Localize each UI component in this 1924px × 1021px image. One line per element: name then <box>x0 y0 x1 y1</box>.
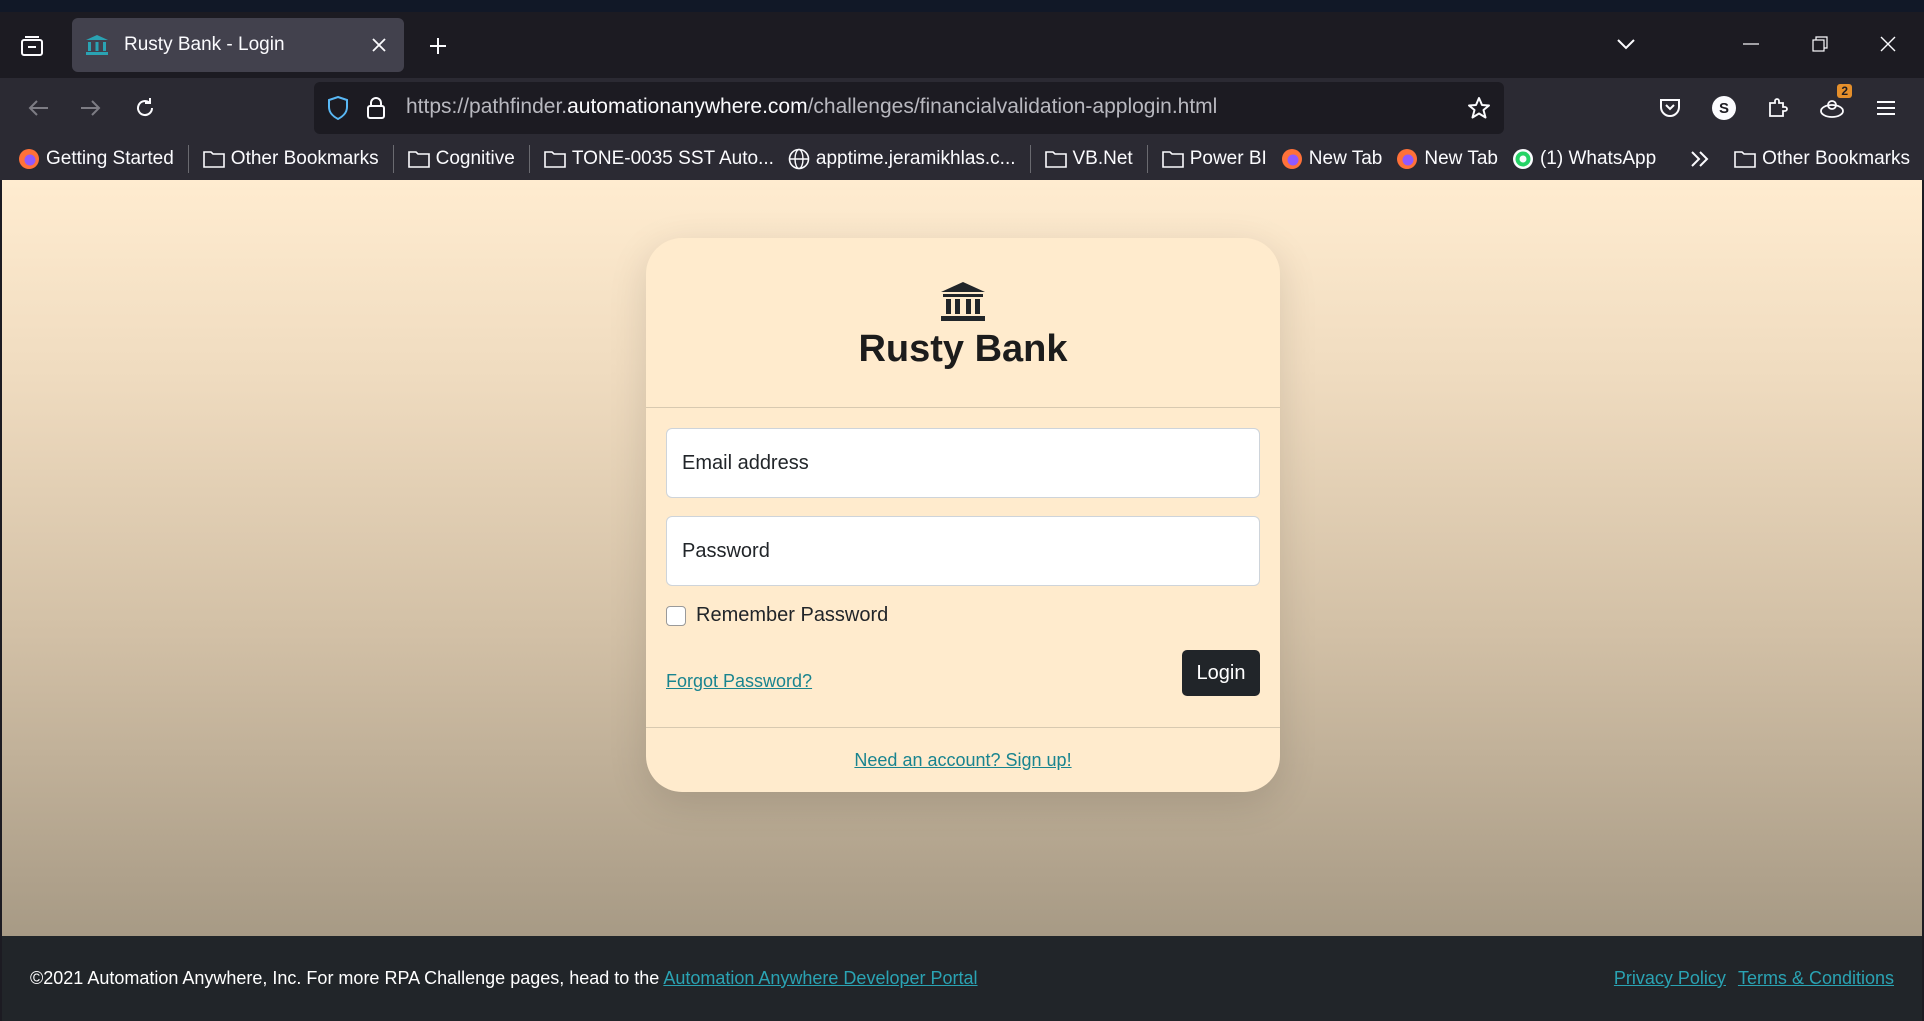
folder-icon <box>544 151 566 168</box>
folder-icon <box>407 151 430 168</box>
remember-password-row: Remember Password <box>666 604 1260 627</box>
extension-helper-icon[interactable]: 2 <box>1814 84 1852 126</box>
account-avatar[interactable]: S <box>1706 90 1742 126</box>
tab-strip: Rusty Bank - Login <box>0 0 1924 78</box>
bookmark-label: Power BI <box>1189 148 1267 169</box>
whatsapp-icon <box>1512 149 1533 169</box>
bookmark-label: Getting Started <box>46 148 174 169</box>
firefox-icon <box>19 149 39 169</box>
bookmarks-right-group: Other Bookmarks <box>1690 138 1910 180</box>
bookmarks-toolbar: Getting Started Other Bookmarks Cognitiv… <box>0 138 1924 180</box>
bookmark-new-tab-2[interactable]: New Tab <box>1396 148 1498 170</box>
tab-title: Rusty Bank - Login <box>124 34 285 55</box>
bookmark-separator <box>392 145 394 173</box>
url-domain: automationanywhere.com <box>567 95 808 118</box>
privacy-policy-link[interactable]: Privacy Policy <box>1614 968 1726 989</box>
url-prefix: https://pathfinder. <box>406 95 568 118</box>
bookmark-folder-other-bookmarks-right[interactable]: Other Bookmarks <box>1734 148 1910 170</box>
bookmark-separator <box>1146 145 1148 173</box>
close-window-icon[interactable] <box>1866 24 1910 64</box>
address-bar[interactable]: https://pathfinder.automationanywhere.co… <box>314 82 1504 134</box>
firefox-view-icon[interactable] <box>16 30 48 62</box>
login-card: Rusty Bank Email address Password Rememb… <box>646 238 1280 792</box>
pocket-icon[interactable] <box>1652 90 1688 126</box>
list-tabs-chevron-icon[interactable] <box>1604 24 1648 64</box>
bookmark-label: Other Bookmarks <box>1762 148 1910 169</box>
bookmark-label: New Tab <box>1424 148 1498 169</box>
lock-icon[interactable] <box>362 94 390 122</box>
bookmark-label: New Tab <box>1308 148 1383 169</box>
signup-link[interactable]: Need an account? Sign up! <box>854 750 1071 771</box>
url-text[interactable]: https://pathfinder.automationanywhere.co… <box>406 95 1217 119</box>
password-placeholder: Password <box>682 539 770 562</box>
bookmark-label: Cognitive <box>435 148 515 169</box>
page-title: Rusty Bank <box>858 328 1068 370</box>
close-tab-icon[interactable] <box>368 34 390 56</box>
extension-badge: 2 <box>1837 84 1852 98</box>
bookmark-label: VB.Net <box>1072 148 1133 169</box>
bookmark-folder-other-bookmarks[interactable]: Other Bookmarks <box>202 148 379 170</box>
terms-conditions-link[interactable]: Terms & Conditions <box>1738 968 1894 989</box>
bookmark-whatsapp[interactable]: (1) WhatsApp <box>1512 148 1656 170</box>
bookmark-apptime[interactable]: apptime.jeramikhlas.c... <box>788 148 1016 170</box>
page-content: Rusty Bank Email address Password Rememb… <box>2 180 1922 936</box>
remember-password-checkbox[interactable] <box>666 605 686 626</box>
password-field[interactable]: Password <box>666 516 1260 586</box>
login-button[interactable]: Login <box>1182 650 1260 696</box>
restore-icon[interactable] <box>1798 24 1842 64</box>
footer-copyright: ©2021 Automation Anywhere, Inc. For more… <box>30 968 978 989</box>
folder-icon <box>202 151 225 168</box>
page-footer: ©2021 Automation Anywhere, Inc. For more… <box>2 936 1922 1021</box>
bank-icon <box>86 33 110 57</box>
bookmark-star-icon[interactable] <box>1464 93 1494 123</box>
folder-icon <box>1161 151 1184 168</box>
bookmark-separator <box>528 145 530 173</box>
back-icon[interactable] <box>20 90 56 126</box>
reload-icon[interactable] <box>127 90 163 126</box>
avatar-initial: S <box>1718 99 1729 117</box>
bookmark-folder-cognitive[interactable]: Cognitive <box>407 148 515 170</box>
email-field[interactable]: Email address <box>666 428 1260 498</box>
bookmark-separator <box>1029 145 1031 173</box>
bank-icon <box>941 282 985 321</box>
firefox-icon <box>1397 149 1418 169</box>
bookmark-getting-started[interactable]: Getting Started <box>18 148 174 170</box>
tab-rusty-bank[interactable]: Rusty Bank - Login <box>72 18 404 72</box>
globe-icon <box>788 148 810 170</box>
bookmark-new-tab-1[interactable]: New Tab <box>1281 148 1383 170</box>
menu-hamburger-icon[interactable] <box>1868 90 1904 126</box>
folder-icon <box>1044 151 1067 168</box>
firefox-icon <box>1281 149 1302 169</box>
more-bookmarks-chevrons-icon[interactable] <box>1690 150 1716 168</box>
bookmark-label: (1) WhatsApp <box>1539 148 1657 169</box>
minimize-icon[interactable] <box>1729 24 1773 64</box>
footer-links: Privacy Policy Terms & Conditions <box>1614 968 1894 989</box>
login-card-footer: Need an account? Sign up! <box>646 728 1280 792</box>
bookmark-folder-powerbi[interactable]: Power BI <box>1161 148 1267 170</box>
bookmark-label: Other Bookmarks <box>230 148 379 169</box>
remember-password-label[interactable]: Remember Password <box>696 604 888 627</box>
bookmark-separator <box>187 145 189 173</box>
navigation-bar: https://pathfinder.automationanywhere.co… <box>0 78 1924 138</box>
forward-icon[interactable] <box>73 90 109 126</box>
bookmark-label: apptime.jeramikhlas.c... <box>815 148 1016 169</box>
forgot-password-link[interactable]: Forgot Password? <box>666 671 812 692</box>
extensions-puzzle-icon[interactable] <box>1760 90 1796 126</box>
bookmark-folder-vbnet[interactable]: VB.Net <box>1044 148 1133 170</box>
url-path: /challenges/financialvalidation-applogin… <box>807 95 1218 118</box>
new-tab-icon[interactable] <box>420 28 456 64</box>
developer-portal-link[interactable]: Automation Anywhere Developer Portal <box>663 968 977 988</box>
login-card-header: Rusty Bank <box>646 238 1280 408</box>
folder-icon <box>1734 151 1756 168</box>
email-placeholder: Email address <box>682 451 809 474</box>
login-form: Email address Password Remember Password… <box>646 408 1280 728</box>
bookmark-label: TONE-0035 SST Auto... <box>571 148 774 169</box>
tracking-protection-shield-icon[interactable] <box>324 94 352 122</box>
footer-text: ©2021 Automation Anywhere, Inc. For more… <box>30 968 664 988</box>
bookmark-folder-tone[interactable]: TONE-0035 SST Auto... <box>544 148 774 170</box>
